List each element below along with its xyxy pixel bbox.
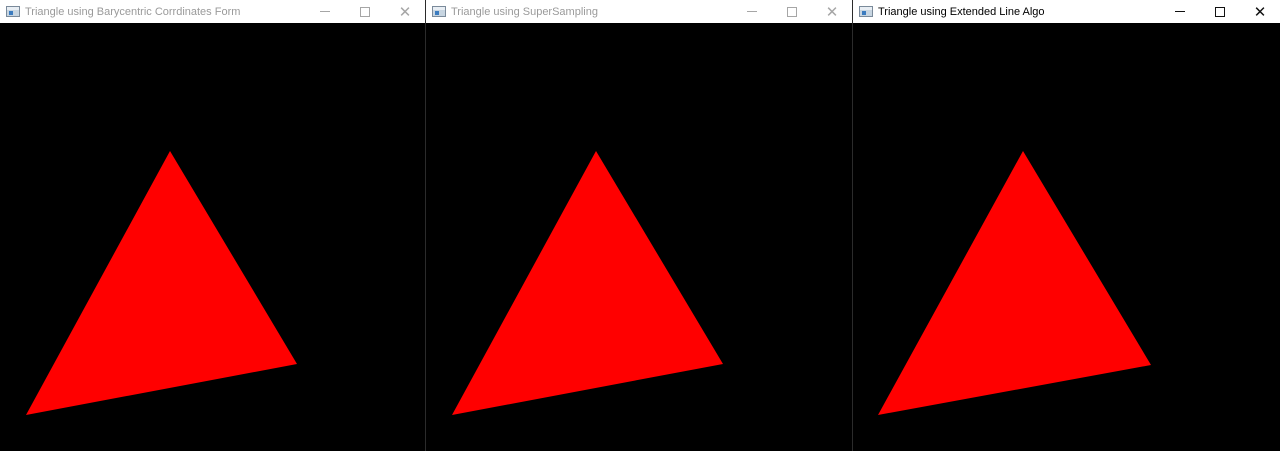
minimize-icon[interactable]: [732, 0, 772, 23]
minimize-icon[interactable]: [305, 0, 345, 23]
window-extended-line: Triangle using Extended Line Algo ✕: [852, 0, 1280, 451]
close-icon[interactable]: ✕: [812, 0, 852, 23]
window-title: Triangle using Barycentric Corrdinates F…: [25, 5, 241, 18]
close-icon[interactable]: ✕: [1240, 0, 1280, 23]
window-controls: ✕: [305, 0, 425, 23]
red-triangle: [26, 151, 297, 415]
maximize-icon[interactable]: [1200, 0, 1240, 23]
render-canvas: [426, 23, 852, 451]
window-supersampling: Triangle using SuperSampling ✕: [425, 0, 852, 451]
window-controls: ✕: [732, 0, 852, 23]
render-canvas: [0, 23, 425, 451]
window-title: Triangle using SuperSampling: [451, 5, 598, 18]
app-window-icon: [6, 6, 20, 17]
title-bar[interactable]: Triangle using Barycentric Corrdinates F…: [0, 0, 425, 23]
canvas-svg: [26, 151, 297, 415]
maximize-icon[interactable]: [345, 0, 385, 23]
red-triangle: [878, 151, 1151, 415]
canvas-svg: [452, 151, 723, 415]
app-window-icon: [859, 6, 873, 17]
close-icon[interactable]: ✕: [385, 0, 425, 23]
maximize-icon[interactable]: [772, 0, 812, 23]
window-controls: ✕: [1160, 0, 1280, 23]
window-barycentric: Triangle using Barycentric Corrdinates F…: [0, 0, 425, 451]
title-bar[interactable]: Triangle using Extended Line Algo ✕: [853, 0, 1280, 23]
app-window-icon: [432, 6, 446, 17]
title-bar[interactable]: Triangle using SuperSampling ✕: [426, 0, 852, 23]
minimize-icon[interactable]: [1160, 0, 1200, 23]
render-canvas: [853, 23, 1280, 451]
window-title: Triangle using Extended Line Algo: [878, 5, 1045, 18]
red-triangle: [452, 151, 723, 415]
canvas-svg: [878, 151, 1151, 415]
